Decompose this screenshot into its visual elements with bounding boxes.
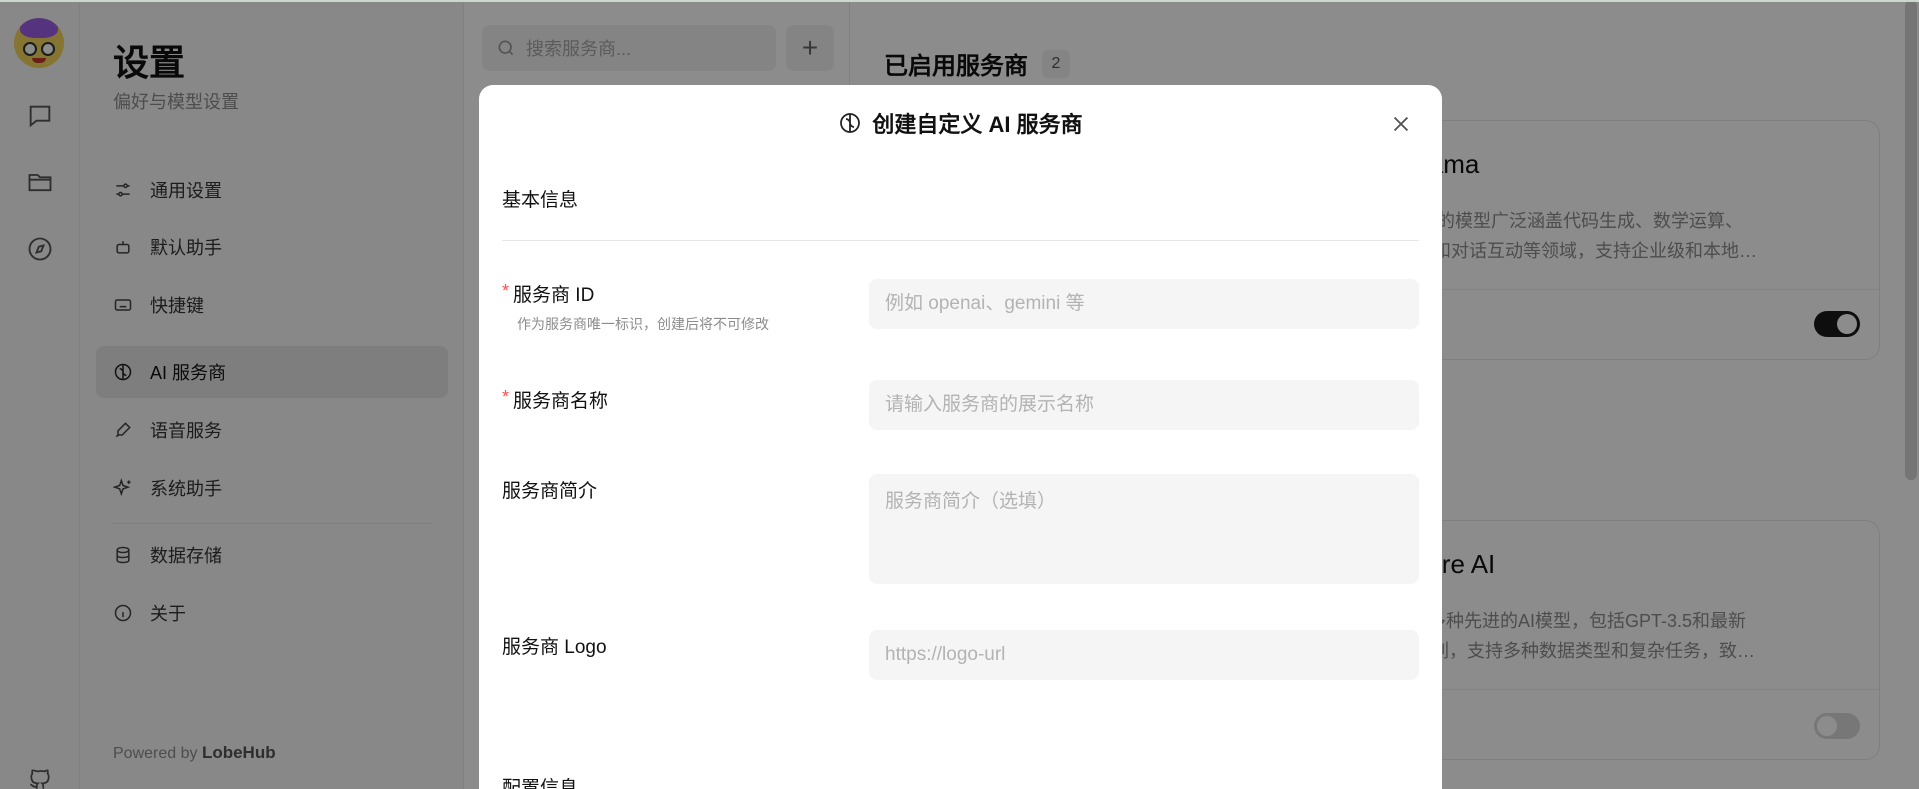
brain-icon <box>840 113 861 133</box>
close-button[interactable] <box>1387 110 1415 138</box>
field-label-provider-logo: 服务商 Logo <box>502 637 607 658</box>
top-progress-line <box>0 0 1919 2</box>
provider-logo-input[interactable] <box>869 630 1419 680</box>
field-label-provider-desc: 服务商简介 <box>502 481 598 502</box>
group-basic-info: 基本信息 <box>502 190 579 211</box>
field-label-provider-name: * 服务商名称 <box>502 386 608 413</box>
close-icon <box>1393 116 1409 132</box>
field-label-text: 服务商 ID <box>513 285 595 306</box>
group-config-info: 配置信息 <box>502 778 579 789</box>
modal-header: 创建自定义 AI 服务商 <box>479 107 1442 139</box>
modal-title: 创建自定义 AI 服务商 <box>872 112 1083 137</box>
field-label-provider-id: * 服务商 ID <box>502 280 594 307</box>
provider-desc-textarea[interactable] <box>869 474 1419 584</box>
provider-id-input[interactable] <box>869 279 1419 329</box>
provider-name-input[interactable] <box>869 380 1419 430</box>
field-hint-provider-id: 作为服务商唯一标识，创建后将不可修改 <box>517 316 769 332</box>
create-provider-modal: 创建自定义 AI 服务商 基本信息 * 服务商 ID 作为服务商唯一标识，创建后将… <box>479 85 1442 789</box>
group-divider <box>502 240 1419 241</box>
required-mark: * <box>502 387 510 407</box>
field-label-text: 服务商名称 <box>513 391 609 412</box>
required-mark: * <box>502 281 510 301</box>
